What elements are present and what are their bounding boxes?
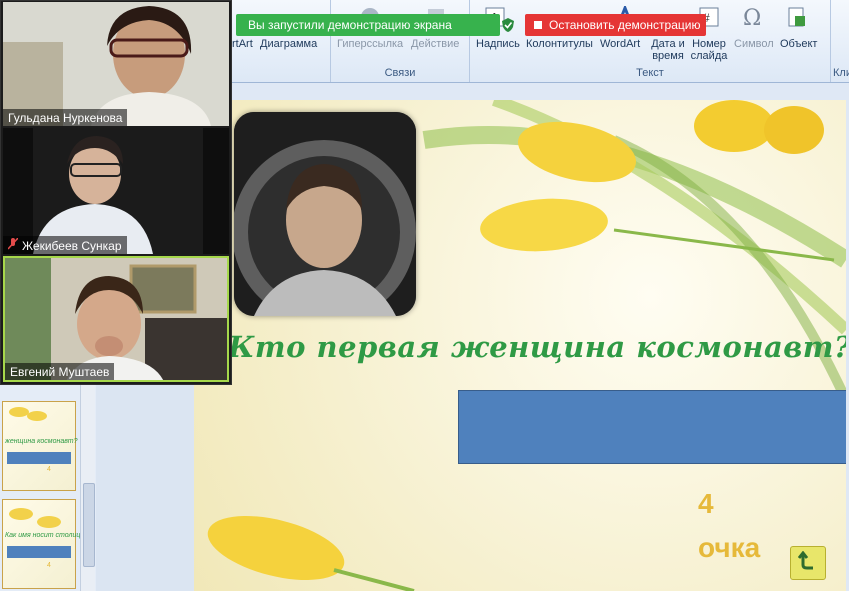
thumbnail-title: женщина космонавт?: [5, 438, 78, 445]
participant-tile[interactable]: Евгений Муштаев: [3, 256, 229, 382]
screen-share-status: Вы запустили демонстрацию экрана: [236, 14, 514, 36]
ribbon-group-clip: Кли: [831, 0, 849, 82]
ribbon-group-links: Гиперссылка Действие Связи: [331, 0, 470, 82]
cosmonaut-photo: [234, 112, 416, 316]
thumbnail-scrollbar[interactable]: [80, 383, 95, 591]
participant-name: Гульдана Нуркенова: [3, 109, 128, 126]
group-label-text: Текст: [636, 67, 664, 79]
participant-name: Жекибеев Сункар: [22, 238, 122, 253]
slide-number-button[interactable]: Номер слайда: [690, 38, 728, 62]
stop-share-button[interactable]: Остановить демонстрацию: [525, 14, 706, 36]
textbox-button[interactable]: Надпись: [476, 38, 520, 50]
participant-tile[interactable]: Жекибеев Сункар: [3, 128, 229, 254]
muted-mic-icon: [7, 237, 19, 253]
return-arrow-icon: [797, 550, 818, 576]
group-label-clip: Кли: [833, 67, 849, 79]
thumbnail-points: 4: [47, 466, 51, 473]
header-footer-button[interactable]: Колонтитулы: [526, 38, 593, 50]
hyperlink-button[interactable]: Гиперссылка: [337, 38, 403, 50]
answer-box[interactable]: [458, 390, 846, 464]
share-status-text: Вы запустили демонстрацию экрана: [248, 18, 452, 32]
slide-question: Кто первая женщина космонавт?: [228, 330, 846, 364]
thumbnail-title: Как имя носит столица: [5, 532, 85, 539]
object-button[interactable]: Объект: [780, 38, 817, 50]
date-time-button[interactable]: Дата и время: [650, 38, 686, 62]
object-icon: [786, 6, 808, 28]
shield-check-icon: [502, 18, 514, 37]
participant-name: Евгений Муштаев: [5, 363, 115, 380]
stop-share-label: Остановить демонстрацию: [549, 18, 701, 32]
svg-text:Ω: Ω: [743, 6, 761, 28]
omega-icon: Ω: [742, 6, 764, 31]
ribbon-group-illustrations: rtArt Диаграмма: [228, 0, 331, 82]
return-button[interactable]: [790, 546, 826, 580]
scrollbar-thumb[interactable]: [83, 483, 95, 567]
stop-icon: [534, 21, 542, 29]
wordart-button[interactable]: WordArt: [600, 38, 640, 50]
thumbnail-points: 4: [47, 562, 51, 569]
participant-tile[interactable]: Гульдана Нуркенова: [3, 2, 229, 126]
video-panel: Гульдана Нуркенова Жекибеев Сункар Евген…: [0, 0, 232, 385]
symbol-button[interactable]: Символ: [734, 38, 774, 50]
slide-canvas[interactable]: Кто первая женщина космонавт? 4 очка: [194, 100, 846, 591]
action-button[interactable]: Действие: [411, 38, 459, 50]
chart-button[interactable]: Диаграмма: [260, 38, 317, 50]
group-label-links: Связи: [384, 67, 416, 79]
wordart-partial-button[interactable]: rtArt: [232, 38, 253, 50]
slide-thumbnail[interactable]: Как имя носит столица 4: [2, 499, 84, 589]
slide-thumbnail[interactable]: женщина космонавт? 4: [2, 401, 78, 491]
points-value: 4: [698, 488, 714, 519]
participant-name-row: Жекибеев Сункар: [3, 236, 127, 254]
ribbon-group-text: A # Ω Надпись Колонтитулы WordArt Дата и…: [470, 0, 831, 82]
points-label: очка: [698, 532, 761, 563]
